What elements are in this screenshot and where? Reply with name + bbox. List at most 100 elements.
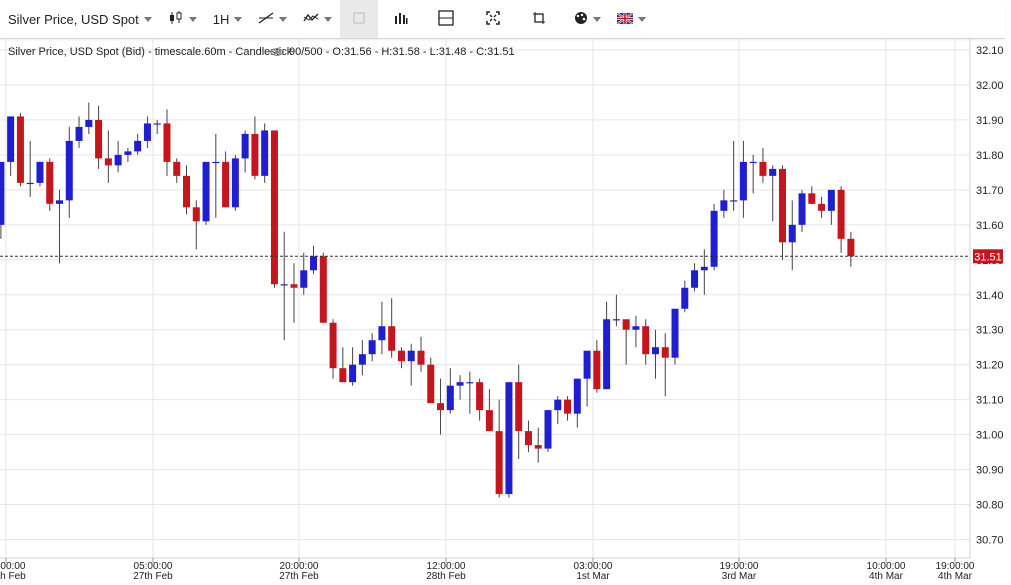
candle-body bbox=[104, 158, 112, 166]
chart-grid bbox=[0, 38, 970, 558]
date-tick-label: 28th Feb bbox=[426, 571, 466, 582]
candle-body bbox=[46, 161, 54, 204]
candle-body bbox=[270, 130, 278, 285]
candle-body bbox=[681, 287, 689, 309]
candle-body bbox=[153, 123, 161, 125]
indicator-button[interactable] bbox=[295, 0, 340, 38]
candle-body bbox=[515, 382, 523, 432]
candlestick-chart[interactable]: 32.1032.0031.9031.8031.7031.6031.5031.40… bbox=[0, 38, 1011, 585]
theme-button[interactable] bbox=[566, 0, 609, 38]
candle-body bbox=[710, 210, 718, 267]
price-tick-label: 30.70 bbox=[976, 535, 1004, 547]
candle-body bbox=[818, 203, 826, 211]
date-tick-label: 27th Feb bbox=[279, 571, 319, 582]
date-tick-label: 27th Feb bbox=[133, 571, 173, 582]
chevron-down-icon bbox=[188, 16, 197, 22]
candle-body bbox=[554, 399, 562, 411]
candle-body bbox=[642, 326, 650, 355]
date-tick-label: 3rd Mar bbox=[722, 571, 757, 582]
candle-body bbox=[26, 182, 34, 185]
chevron-down-icon bbox=[234, 16, 243, 22]
price-tick-label: 32.00 bbox=[976, 80, 1004, 92]
fullscreen-button[interactable] bbox=[478, 0, 508, 38]
candle-body bbox=[739, 161, 747, 201]
price-tick-label: 31.20 bbox=[976, 360, 1004, 372]
candle-body bbox=[847, 238, 855, 257]
candle-body bbox=[456, 382, 464, 386]
candle-body bbox=[427, 364, 435, 404]
draw-tool-button[interactable] bbox=[250, 0, 295, 38]
candle-body bbox=[544, 410, 552, 449]
candle-body bbox=[691, 270, 699, 288]
candle-body bbox=[349, 364, 357, 383]
price-tick-label: 31.10 bbox=[976, 395, 1004, 407]
candle-body bbox=[329, 322, 337, 369]
last-price-label: 31.51 bbox=[974, 251, 1002, 263]
candle-body bbox=[388, 326, 396, 351]
price-tick-label: 31.90 bbox=[976, 115, 1004, 127]
candle-body bbox=[632, 326, 640, 330]
interval-selector[interactable]: 1H bbox=[205, 0, 251, 38]
square-icon bbox=[352, 11, 366, 28]
candle-body bbox=[837, 189, 845, 239]
candle-body bbox=[397, 350, 405, 362]
candle-body bbox=[173, 161, 181, 176]
candle-body bbox=[788, 224, 796, 243]
candle-body bbox=[749, 161, 757, 164]
candle-body bbox=[310, 256, 318, 271]
candle-body bbox=[437, 403, 445, 411]
candle-body bbox=[417, 350, 425, 365]
candle-body bbox=[202, 161, 210, 222]
candle-body bbox=[241, 133, 249, 159]
layout-button[interactable] bbox=[430, 0, 462, 38]
candle-body bbox=[212, 161, 220, 164]
price-tick-label: 32.10 bbox=[976, 45, 1004, 57]
crop-button[interactable] bbox=[524, 0, 554, 38]
candle-body bbox=[603, 319, 611, 390]
candle-body bbox=[573, 378, 581, 414]
price-tick-label: 30.90 bbox=[976, 465, 1004, 477]
object-button[interactable] bbox=[340, 0, 379, 38]
candle-body bbox=[495, 431, 503, 495]
candle-body bbox=[407, 350, 415, 362]
candle-body bbox=[769, 168, 777, 176]
candle-body bbox=[251, 133, 259, 176]
candle-body bbox=[524, 431, 532, 446]
candle-body bbox=[85, 119, 93, 127]
chevron-down-icon bbox=[638, 16, 647, 22]
candle-body bbox=[671, 308, 679, 358]
chevron-down-icon bbox=[279, 16, 288, 22]
price-tick-label: 31.80 bbox=[976, 150, 1004, 162]
candle-body bbox=[280, 284, 288, 286]
candles bbox=[0, 102, 855, 498]
chart-title: Silver Price, USD Spot (Bid) - timescale… bbox=[8, 46, 293, 58]
candlestick-icon bbox=[168, 10, 184, 28]
candle-body bbox=[143, 123, 151, 141]
time-axis: 14:00:0026th Feb05:00:0027th Feb20:00:00… bbox=[0, 558, 975, 582]
candle-body bbox=[124, 151, 132, 155]
candle-body bbox=[778, 168, 786, 243]
candle-body bbox=[114, 154, 122, 166]
candle-body bbox=[583, 350, 591, 379]
candle-body bbox=[612, 319, 620, 321]
candle-body bbox=[7, 116, 15, 162]
candle-body bbox=[730, 200, 738, 202]
volume-button[interactable] bbox=[386, 0, 416, 38]
candle-body bbox=[261, 130, 269, 176]
price-tick-label: 31.70 bbox=[976, 185, 1004, 197]
chart-type-button[interactable] bbox=[160, 0, 205, 38]
candle-body bbox=[358, 354, 366, 365]
candle-body bbox=[36, 161, 44, 183]
candle-body bbox=[700, 266, 708, 271]
symbol-selector[interactable]: Silver Price, USD Spot bbox=[0, 0, 160, 38]
candle-body bbox=[593, 350, 601, 390]
candle-body bbox=[319, 256, 327, 323]
candle-body bbox=[485, 410, 493, 432]
date-tick-label: 26th Feb bbox=[0, 571, 26, 582]
candle-body bbox=[222, 161, 230, 208]
candle-body bbox=[368, 340, 376, 355]
crop-icon bbox=[532, 11, 546, 28]
candle-body bbox=[476, 382, 484, 411]
candle-body bbox=[446, 385, 454, 411]
language-button[interactable] bbox=[609, 0, 654, 38]
